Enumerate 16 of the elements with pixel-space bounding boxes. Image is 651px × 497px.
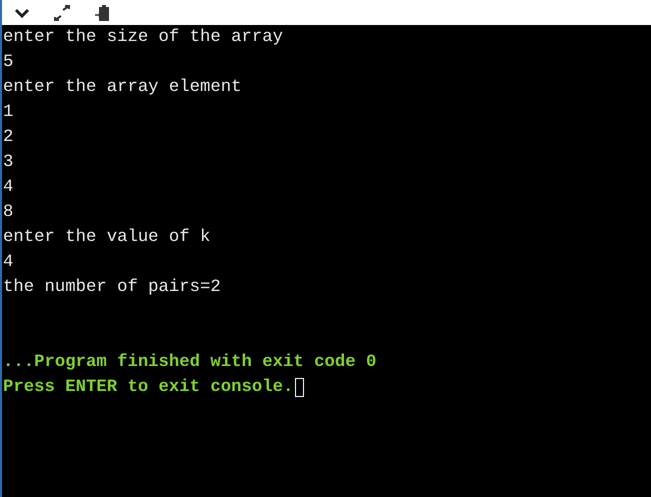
output-line: enter the value of k	[3, 227, 210, 249]
output-line: the number of pairs=2	[3, 277, 221, 299]
clipboard-icon[interactable]	[94, 4, 110, 22]
status-line: ...Program finished with exit code 0	[3, 352, 376, 374]
status-line: Press ENTER to exit console.	[3, 377, 294, 399]
output-line: 4	[3, 252, 14, 274]
output-line: 8	[3, 202, 14, 224]
output-line: 4	[3, 177, 14, 199]
output-line: enter the array element	[3, 77, 242, 99]
output-line: 3	[3, 152, 14, 174]
chevron-down-icon[interactable]	[14, 8, 30, 18]
output-line: 2	[3, 127, 14, 149]
output-line: 1	[3, 102, 14, 124]
expand-icon[interactable]	[52, 4, 72, 20]
output-line: 5	[3, 52, 14, 74]
output-line: enter the size of the array	[3, 27, 284, 49]
